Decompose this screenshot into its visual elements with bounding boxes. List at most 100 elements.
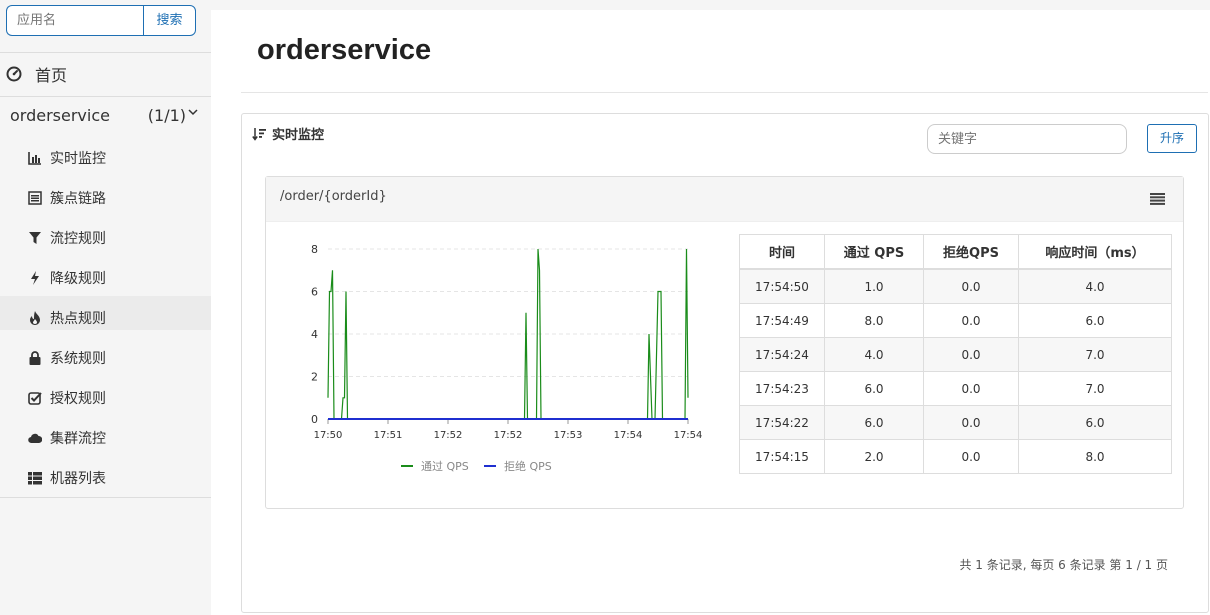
table-cell: 0.0 [923, 439, 1019, 474]
table-cell: 17:54:23 [739, 371, 825, 406]
main-content: orderservice 实时监控 升序 /order/{orderId} 0 2… [211, 10, 1210, 615]
metrics-table: 时间 通过 QPS 拒绝QPS 响应时间（ms） 17:54:50 1.0 0.0 4.0 1… [739, 234, 1172, 474]
list-icon [28, 191, 42, 205]
table-row: 17:54:23 6.0 0.0 7.0 [739, 371, 1172, 406]
table-cell: 6.0 [1018, 303, 1172, 338]
table-cell: 6.0 [1018, 405, 1172, 440]
resource-card: /order/{orderId} 0 2 4 6 8 17:50 17:51 17:52 17:… [265, 176, 1184, 509]
table-cell: 17:54:15 [739, 439, 825, 474]
sidebar-item-system-rules[interactable]: 系统规则 [28, 348, 203, 368]
table-cell: 8.0 [1018, 439, 1172, 474]
table-cell: 0.0 [923, 371, 1019, 406]
sidebar-item-hotspot-rules[interactable]: 热点规则 [28, 308, 203, 328]
table-cell: 7.0 [1018, 337, 1172, 372]
sidebar-item-label: 机器列表 [50, 471, 106, 487]
dashboard-icon [6, 66, 22, 82]
sidebar: 搜索 首页 orderservice (1/1) 实时监控 簇点链路 流控规则 … [0, 0, 211, 615]
panel-title-text: 实时监控 [272, 128, 325, 143]
resource-name: /order/{orderId} [280, 189, 387, 204]
sidebar-item-flow-rules[interactable]: 流控规则 [28, 228, 203, 248]
table-row: 17:54:50 1.0 0.0 4.0 [739, 268, 1172, 304]
fire-icon [28, 311, 42, 325]
column-header: 响应时间（ms） [1018, 234, 1172, 270]
sidebar-item-label: 系统规则 [50, 351, 106, 367]
divider [0, 52, 211, 53]
sidebar-item-label: 集群流控 [50, 431, 106, 447]
sidebar-item-home[interactable]: 首页 [6, 62, 206, 86]
x-tick-label: 17:52 [434, 430, 463, 441]
column-header: 拒绝QPS [923, 234, 1019, 270]
realtime-monitor-panel: 实时监控 升序 /order/{orderId} 0 2 4 6 8 17:50 17:51… [241, 113, 1209, 613]
sidebar-item-cluster-flow[interactable]: 集群流控 [28, 428, 203, 448]
table-cell: 0.0 [923, 337, 1019, 372]
flash-icon [28, 271, 42, 285]
sidebar-item-label: 降级规则 [50, 271, 106, 287]
table-cell: 0.0 [923, 268, 1019, 304]
sort-amount-icon [252, 127, 266, 141]
sidebar-item-degrade-rules[interactable]: 降级规则 [28, 268, 203, 288]
table-cell: 8.0 [824, 303, 924, 338]
y-tick-label: 2 [311, 371, 318, 384]
qps-chart: 0 2 4 6 8 17:50 17:51 17:52 17:52 17:53 17:54 17:54… [311, 243, 703, 473]
app-selector[interactable]: orderservice (1/1) [10, 106, 200, 128]
sidebar-item-machine-list[interactable]: 机器列表 [28, 468, 203, 488]
table-row: 17:54:24 4.0 0.0 7.0 [739, 337, 1172, 372]
table-cell: 17:54:24 [739, 337, 825, 372]
y-tick-label: 4 [311, 328, 318, 341]
page-title: orderservice [257, 34, 432, 66]
sidebar-item-label: 流控规则 [50, 231, 106, 247]
keyword-search-input[interactable] [927, 124, 1127, 154]
sort-asc-button[interactable]: 升序 [1147, 124, 1197, 153]
app-search: 搜索 [6, 5, 196, 36]
divider [241, 92, 1208, 93]
sidebar-item-label: 授权规则 [50, 391, 106, 407]
app-search-input[interactable] [6, 5, 143, 36]
cloud-icon [28, 431, 42, 445]
sidebar-item-label: 簇点链路 [50, 191, 106, 207]
table-row: 17:54:15 2.0 0.0 8.0 [739, 439, 1172, 474]
x-tick-label: 17:54 [614, 430, 643, 441]
table-cell: 1.0 [824, 268, 924, 304]
check-square-icon [28, 391, 42, 405]
chevron-down-icon [188, 109, 198, 116]
divider [0, 497, 211, 498]
bar-chart-icon [28, 151, 42, 165]
y-tick-label: 8 [311, 243, 318, 256]
column-header: 时间 [739, 234, 825, 270]
th-list-icon [28, 471, 42, 485]
sidebar-item-label: 热点规则 [50, 311, 106, 327]
legend-label: 通过 QPS [421, 460, 469, 473]
search-button[interactable]: 搜索 [143, 5, 196, 36]
table-cell: 0.0 [923, 303, 1019, 338]
legend-label: 拒绝 QPS [504, 459, 552, 473]
x-tick-label: 17:52 [494, 430, 523, 441]
resource-card-header: /order/{orderId} [266, 177, 1183, 222]
table-cell: 0.0 [923, 405, 1019, 440]
column-header: 通过 QPS [824, 234, 924, 270]
table-cell: 4.0 [824, 337, 924, 372]
x-tick-label: 17:53 [554, 430, 583, 441]
sidebar-item-label: 实时监控 [50, 151, 106, 167]
table-cell: 17:54:49 [739, 303, 825, 338]
x-tick-label: 17:50 [314, 430, 343, 441]
y-tick-label: 0 [311, 413, 318, 426]
x-tick-label: 17:54 [674, 430, 703, 441]
app-machine-count: (1/1) [147, 106, 186, 125]
table-cell: 17:54:22 [739, 405, 825, 440]
series-line [327, 248, 689, 420]
table-cell: 2.0 [824, 439, 924, 474]
y-tick-label: 6 [311, 286, 318, 299]
lock-icon [28, 351, 42, 365]
panel-title: 实时监控 [252, 124, 324, 143]
menu-icon[interactable] [1150, 193, 1165, 205]
table-row: 17:54:22 6.0 0.0 6.0 [739, 405, 1172, 440]
app-name: orderservice [10, 106, 110, 125]
sidebar-item-label: 首页 [35, 66, 68, 85]
sidebar-item-cluster-point-chain[interactable]: 簇点链路 [28, 188, 203, 208]
sidebar-item-realtime-monitor[interactable]: 实时监控 [28, 148, 203, 168]
pagination-info: 共 1 条记录, 每页 6 条记录 第 1 / 1 页 [959, 558, 1168, 572]
table-cell: 17:54:50 [739, 268, 825, 304]
table-cell: 6.0 [824, 371, 924, 406]
x-tick-label: 17:51 [374, 430, 403, 441]
sidebar-item-auth-rules[interactable]: 授权规则 [28, 388, 203, 408]
